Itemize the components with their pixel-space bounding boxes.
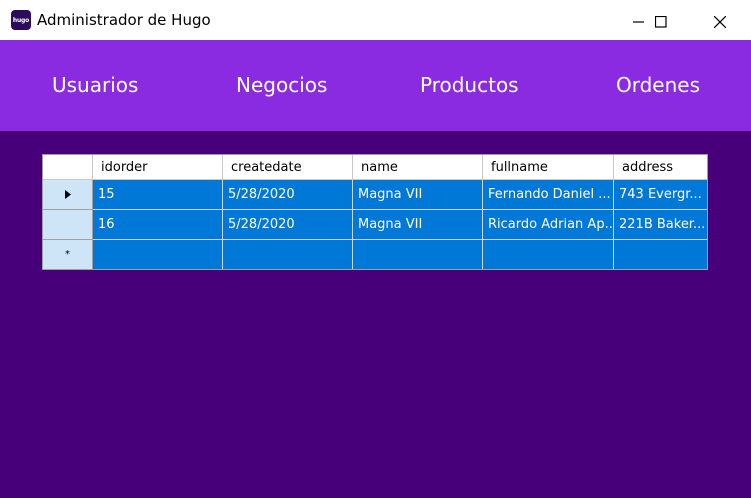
new-row-cell[interactable] (93, 240, 223, 269)
new-row-cell[interactable] (353, 240, 483, 269)
table-cell[interactable]: Fernando Daniel ... (483, 180, 614, 210)
new-row-cell[interactable] (483, 240, 614, 269)
grid-corner[interactable] (43, 155, 93, 180)
close-button[interactable] (697, 4, 743, 40)
app-icon-text: hugo (12, 16, 30, 24)
close-icon (714, 16, 726, 28)
column-header-createdate[interactable]: createdate (223, 155, 353, 180)
row-header[interactable] (43, 210, 93, 240)
navigation-bar: Usuarios Negocios Productos Ordenes (0, 40, 751, 131)
current-row-arrow-icon (64, 190, 71, 199)
column-header-idorder[interactable]: idorder (93, 155, 223, 180)
column-header-fullname[interactable]: fullname (483, 155, 614, 180)
table-cell[interactable]: Ricardo Adrian Ap... (483, 210, 614, 240)
table-cell[interactable]: 221B Baker... (614, 210, 707, 240)
nav-usuarios[interactable]: Usuarios (52, 73, 138, 97)
table-cell[interactable]: 5/28/2020 (223, 210, 353, 240)
new-row-cell[interactable] (223, 240, 353, 269)
row-header-current[interactable] (43, 180, 93, 210)
nav-negocios[interactable]: Negocios (236, 73, 327, 97)
table-cell[interactable]: Magna VII (353, 180, 483, 210)
table-cell[interactable]: 5/28/2020 (223, 180, 353, 210)
column-header-name[interactable]: name (353, 155, 483, 180)
nav-ordenes[interactable]: Ordenes (616, 73, 700, 97)
table-cell[interactable]: 16 (93, 210, 223, 240)
maximize-icon (655, 16, 667, 28)
maximize-button[interactable] (638, 4, 684, 40)
window-titlebar[interactable]: hugo Administrador de Hugo (0, 4, 751, 40)
window-title: Administrador de Hugo (37, 11, 211, 29)
nav-productos[interactable]: Productos (420, 73, 519, 97)
table-cell[interactable]: 15 (93, 180, 223, 210)
table-cell[interactable]: Magna VII (353, 210, 483, 240)
table-cell[interactable]: 743 Evergr... (614, 180, 707, 210)
new-row-cell[interactable] (614, 240, 707, 269)
orders-data-grid[interactable]: idorder createdate name fullname address… (42, 154, 708, 270)
app-icon: hugo (11, 10, 31, 30)
row-header-new[interactable]: * (43, 240, 93, 269)
new-row-asterisk-icon: * (65, 249, 70, 260)
column-header-address[interactable]: address (614, 155, 707, 180)
